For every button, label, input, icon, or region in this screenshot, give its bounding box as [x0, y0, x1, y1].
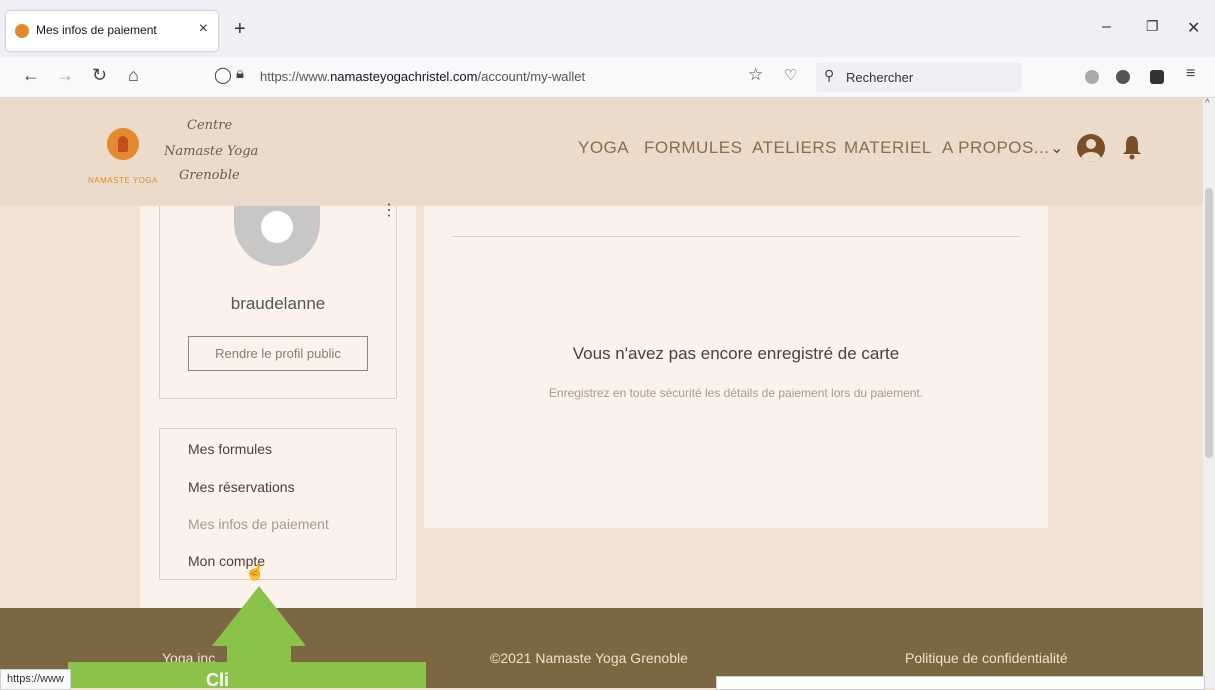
close-tab-icon[interactable]: × [199, 20, 208, 38]
forward-icon[interactable]: → [56, 65, 74, 86]
make-profile-public-button[interactable]: Rendre le profil public [188, 336, 368, 371]
instruction-callout: Cli [68, 662, 426, 688]
brand-line-3: Grenoble [179, 168, 240, 183]
nav-link-materiel[interactable]: MATERIEL [844, 138, 932, 158]
search-input[interactable]: ⚲ Rechercher [816, 62, 1022, 92]
status-bar-url: https://www [0, 669, 71, 690]
tab-title: Mes infos de paiement [36, 23, 157, 37]
restore-icon[interactable]: ❐ [1146, 18, 1159, 35]
nav-link-formules[interactable]: FORMULES [644, 138, 742, 158]
empty-wallet-subtitle: Enregistrez en toute sécurité les détail… [548, 386, 924, 400]
nav-link-a-propos[interactable]: A PROPOS... [942, 138, 1050, 158]
profile-username: braudelanne [230, 294, 326, 313]
account-sidebar: ⋮ braudelanne Rendre le profil public Me… [140, 202, 416, 608]
site-header: NAMASTE YOGA Centre Namaste Yoga Grenobl… [0, 98, 1203, 206]
url-bar[interactable]: ◯ 🔒︎ https://www.namasteyogachristel.com… [200, 62, 800, 92]
tab-bar: Mes infos de paiement × + – ❐ ✕ [0, 0, 1215, 57]
pocket-icon[interactable]: ♡ [784, 66, 797, 84]
up-arrow-icon [212, 586, 306, 646]
search-icon: ⚲ [824, 67, 835, 83]
scroll-up-icon[interactable]: ^ [1205, 98, 1210, 109]
shield-icon[interactable]: ◯ [214, 65, 232, 85]
new-tab-icon[interactable]: + [234, 18, 246, 41]
close-window-icon[interactable]: ✕ [1187, 18, 1200, 38]
bell-icon[interactable] [1122, 134, 1142, 160]
footer-copyright: ©2021 Namaste Yoga Grenoble [490, 650, 688, 666]
account-avatar-icon[interactable] [1077, 134, 1105, 162]
scrollbar-thumb[interactable] [1205, 188, 1213, 458]
page-viewport: NAMASTE YOGA Centre Namaste Yoga Grenobl… [0, 98, 1203, 688]
callout-text: Cli [206, 670, 230, 688]
tab-active[interactable]: Mes infos de paiement × [6, 11, 218, 51]
extension-icon[interactable] [1085, 70, 1099, 84]
sidebar-item-payment-info[interactable]: Mes infos de paiement [188, 516, 329, 532]
minimize-icon[interactable]: – [1102, 18, 1111, 36]
wallet-panel: Vous n'avez pas encore enregistré de car… [424, 206, 1048, 528]
chevron-down-icon[interactable]: ⌄ [1050, 138, 1063, 158]
bookmark-star-icon[interactable]: ☆ [748, 65, 763, 85]
profile-avatar[interactable] [234, 206, 320, 266]
reload-icon[interactable]: ↻ [92, 65, 107, 86]
divider [453, 236, 1020, 237]
logo-icon[interactable] [107, 128, 139, 160]
profile-card: ⋮ braudelanne Rendre le profil public [159, 202, 397, 399]
url-text: https://www.namasteyogachristel.com/acco… [260, 69, 586, 84]
account-menu: Mes formules Mes réservations Mes infos … [159, 428, 397, 580]
nav-link-ateliers[interactable]: ATELIERS [752, 138, 837, 158]
lock-icon[interactable]: 🔒︎ [236, 65, 244, 82]
privacy-policy-link[interactable]: Politique de confidentialité [905, 650, 1068, 666]
brand-line-1: Centre [187, 118, 233, 133]
logo-text: NAMASTE YOGA [88, 176, 158, 185]
brand-line-2: Namaste Yoga [164, 144, 259, 159]
page-scrollbar[interactable]: ^ [1203, 98, 1215, 688]
sidebar-item-formules[interactable]: Mes formules [188, 441, 272, 457]
menu-hamburger-icon[interactable]: ≡ [1186, 65, 1195, 83]
search-placeholder: Rechercher [846, 70, 914, 85]
empty-wallet-title: Vous n'avez pas encore enregistré de car… [572, 344, 900, 363]
hand-pointer-icon: ☝ [245, 564, 265, 581]
navigation-bar: ← → ↻ ⌂ ◯ 🔒︎ https://www.namasteyogachri… [0, 57, 1215, 98]
site-favicon-icon [15, 24, 29, 38]
arrow-stem [227, 644, 291, 664]
back-icon[interactable]: ← [22, 65, 40, 86]
more-options-icon[interactable]: ⋮ [381, 200, 397, 220]
extension-icon[interactable] [1150, 70, 1164, 84]
nav-link-yoga[interactable]: YOGA [578, 138, 629, 158]
home-icon[interactable]: ⌂ [128, 65, 139, 86]
extension-icon[interactable] [1116, 70, 1130, 84]
sidebar-item-reservations[interactable]: Mes réservations [188, 479, 295, 495]
